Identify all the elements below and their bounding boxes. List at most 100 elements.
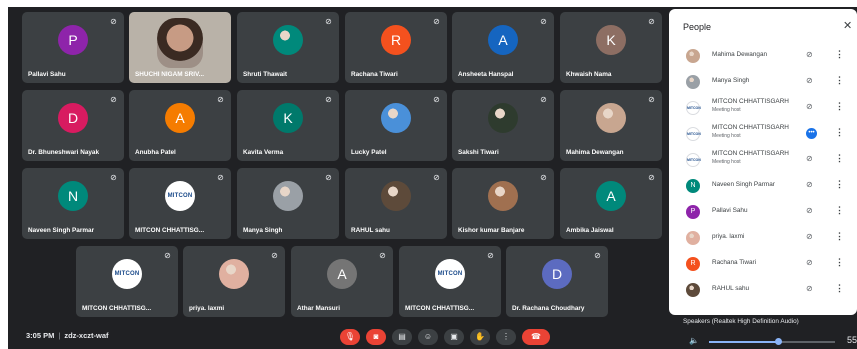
participant-tile[interactable]: K ⊘ Khwaish Nama xyxy=(560,12,662,83)
participant-name: Mahima Dewangan xyxy=(712,51,768,58)
participant-name: Rachana Tiwari xyxy=(351,71,398,78)
more-vert-icon[interactable]: ⋮ xyxy=(835,205,844,216)
captions-button[interactable]: ▤ xyxy=(392,329,412,345)
more-vert-icon[interactable]: ⋮ xyxy=(835,257,844,268)
participant-tile[interactable]: D ⊘ Dr. Rachana Choudhary xyxy=(506,246,608,317)
volume-slider-fill xyxy=(709,341,779,343)
avatar xyxy=(686,49,700,63)
participant-tile[interactable]: MITCON ⊘ MITCON CHHATTISG... xyxy=(129,168,231,239)
avatar: R xyxy=(686,257,700,271)
avatar: MITCON xyxy=(686,127,701,141)
mic-off-icon[interactable]: ⊘ xyxy=(806,258,813,267)
participant-name: Pallavi Sahu xyxy=(712,207,748,214)
mic-off-icon: ⊘ xyxy=(110,173,117,182)
more-vert-icon[interactable]: ⋮ xyxy=(835,49,844,60)
close-icon[interactable]: ✕ xyxy=(843,19,852,32)
people-list-item[interactable]: MITCON MITCON CHHATTISGARH Meeting host ⊘ ⋮ xyxy=(669,147,857,173)
more-options-button[interactable]: ⋮ xyxy=(496,329,516,345)
participant-tile[interactable]: A ⊘ Ambika Jaiswal xyxy=(560,168,662,239)
participant-tile[interactable]: ⊘ Sakshi Tiwari xyxy=(452,90,554,161)
avatar: N xyxy=(58,181,88,212)
people-list-item[interactable]: Mahima Dewangan ⊘ ⋮ xyxy=(669,43,857,69)
participant-tile[interactable]: D ⊘ Dr. Bhuneshwari Nayak xyxy=(22,90,124,161)
participant-tile[interactable]: SHUCHI NIGAM SRIV... xyxy=(129,12,231,83)
avatar xyxy=(596,103,626,134)
avatar xyxy=(686,231,700,245)
leave-call-button[interactable]: ☎ xyxy=(522,329,550,345)
participant-tile[interactable]: MITCON ⊘ MITCON CHHATTISG... xyxy=(399,246,501,317)
participant-tile[interactable]: MITCON ⊘ MITCON CHHATTISG... xyxy=(76,246,178,317)
participant-role: Meeting host xyxy=(712,133,741,139)
avatar xyxy=(381,181,411,212)
mic-off-icon: ⊘ xyxy=(217,173,224,182)
participant-name: Naveen Singh Parmar xyxy=(28,227,95,234)
speakers-label: Speakers (Realtek High Definition Audio) xyxy=(683,318,799,325)
avatar xyxy=(686,283,700,297)
participant-tile[interactable]: ⊘ Mahima Dewangan xyxy=(560,90,662,161)
more-vert-icon[interactable]: ⋮ xyxy=(835,127,844,138)
participant-name: Naveen Singh Parmar xyxy=(712,181,775,188)
participant-tile[interactable]: R ⊘ Rachana Tiwari xyxy=(345,12,447,83)
avatar: N xyxy=(686,179,700,193)
avatar: A xyxy=(488,25,518,56)
participant-name: Anubha Patel xyxy=(135,149,176,156)
participant-name: Manya Singh xyxy=(712,77,750,84)
more-vert-icon[interactable]: ⋮ xyxy=(835,75,844,86)
participant-tile[interactable]: ⊘ Manya Singh xyxy=(237,168,339,239)
people-list-item[interactable]: priya. laxmi ⊘ ⋮ xyxy=(669,225,857,251)
mic-off-icon: ⊘ xyxy=(648,95,655,104)
mic-off-icon: ⊘ xyxy=(379,251,386,260)
participant-name: Rachana Tiwari xyxy=(712,259,757,266)
more-vert-icon[interactable]: ⋮ xyxy=(835,101,844,112)
participant-tile[interactable]: ⊘ Shruti Thawait xyxy=(237,12,339,83)
participant-tile[interactable]: ⊘ Lucky Patel xyxy=(345,90,447,161)
participant-tile[interactable]: A ⊘ Ansheeta Hanspal xyxy=(452,12,554,83)
people-list-item[interactable]: N Naveen Singh Parmar ⊘ ⋮ xyxy=(669,173,857,199)
people-list-item[interactable]: MITCON MITCON CHHATTISGARH Meeting host •••… xyxy=(669,121,857,147)
camera-off-button[interactable]: ◙ xyxy=(366,329,386,345)
speaking-icon[interactable]: ••• xyxy=(806,128,817,139)
volume-slider[interactable] xyxy=(709,338,835,345)
mic-off-icon[interactable]: ⊘ xyxy=(806,50,813,59)
raise-hand-button[interactable]: ✋ xyxy=(470,329,490,345)
participant-tile[interactable]: A ⊘ Anubha Patel xyxy=(129,90,231,161)
mic-off-icon[interactable]: ⊘ xyxy=(806,206,813,215)
avatar: D xyxy=(58,103,88,134)
avatar xyxy=(686,75,700,89)
participant-tile[interactable]: ⊘ RAHUL sahu xyxy=(345,168,447,239)
people-list-item[interactable]: RAHUL sahu ⊘ ⋮ xyxy=(669,277,857,303)
mic-off-icon: ⊘ xyxy=(433,95,440,104)
mic-off-icon: ⊘ xyxy=(271,251,278,260)
mic-off-button[interactable]: 🎙 xyxy=(340,329,360,345)
participant-name: RAHUL sahu xyxy=(712,285,750,292)
more-vert-icon[interactable]: ⋮ xyxy=(835,283,844,294)
mic-off-icon[interactable]: ⊘ xyxy=(806,232,813,241)
people-list-item[interactable]: MITCON MITCON CHHATTISGARH Meeting host ⊘ ⋮ xyxy=(669,95,857,121)
participant-tile[interactable]: ⊘ Kishor kumar Banjare xyxy=(452,168,554,239)
mic-off-icon[interactable]: ⊘ xyxy=(806,154,813,163)
meeting-code[interactable]: zdz-xczt-waf xyxy=(64,331,108,340)
mic-off-icon[interactable]: ⊘ xyxy=(806,76,813,85)
people-list-item[interactable]: Manya Singh ⊘ ⋮ xyxy=(669,69,857,95)
volume-slider-thumb[interactable] xyxy=(775,338,783,345)
participant-tile[interactable]: P ⊘ Pallavi Sahu xyxy=(22,12,124,83)
mic-off-icon: ⊘ xyxy=(540,17,547,26)
present-button[interactable]: ▣ xyxy=(444,329,464,345)
participant-tile[interactable]: K ⊘ Kavita Verma xyxy=(237,90,339,161)
avatar xyxy=(488,103,518,134)
more-vert-icon[interactable]: ⋮ xyxy=(835,179,844,190)
mic-off-icon[interactable]: ⊘ xyxy=(806,180,813,189)
participant-tile[interactable]: A ⊘ Athar Mansuri xyxy=(291,246,393,317)
mic-off-icon[interactable]: ⊘ xyxy=(806,284,813,293)
participant-name: MITCON CHHATTISG... xyxy=(405,305,475,312)
participant-tile[interactable]: N ⊘ Naveen Singh Parmar xyxy=(22,168,124,239)
avatar: A xyxy=(327,259,357,290)
people-list-item[interactable]: P Pallavi Sahu ⊘ ⋮ xyxy=(669,199,857,225)
volume-icon[interactable]: 🔈 xyxy=(689,336,699,345)
more-vert-icon[interactable]: ⋮ xyxy=(835,231,844,242)
mic-off-icon[interactable]: ⊘ xyxy=(806,102,813,111)
people-list-item[interactable]: R Rachana Tiwari ⊘ ⋮ xyxy=(669,251,857,277)
participant-tile[interactable]: ⊘ priya. laxmi xyxy=(183,246,285,317)
more-vert-icon[interactable]: ⋮ xyxy=(835,153,844,164)
emoji-button[interactable]: ☺ xyxy=(418,329,438,345)
